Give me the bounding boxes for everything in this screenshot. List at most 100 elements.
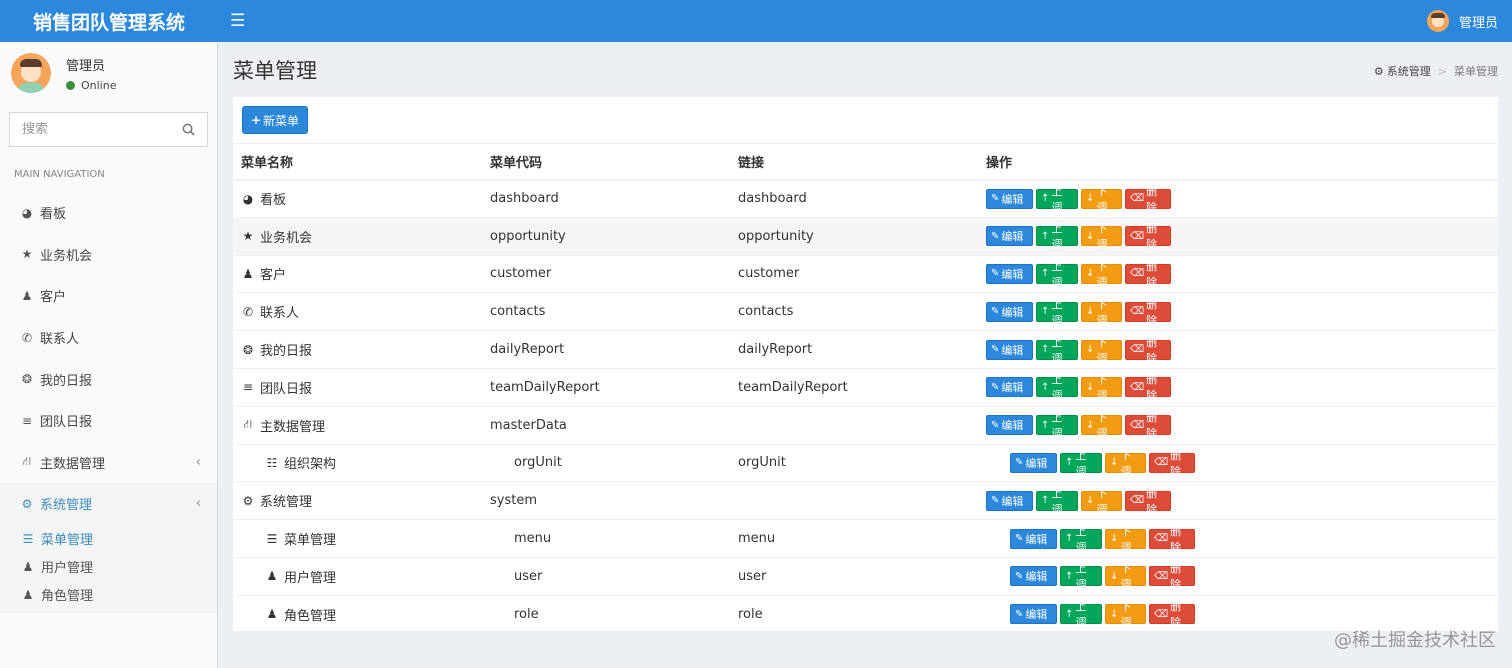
move-up-button[interactable]: ↑ 上调 <box>1060 525 1102 554</box>
edit-button[interactable]: ✎ 编辑 <box>1010 452 1057 473</box>
search-input[interactable] <box>10 122 170 137</box>
sidebar-item-system[interactable]: ⚙ 系统管理 ‹ <box>0 483 217 525</box>
arrow-up-icon: ↑ <box>1041 193 1050 205</box>
sidebar-item-dashboard[interactable]: ◕ 看板 <box>0 192 217 234</box>
menu-name: 菜单管理 <box>284 533 337 549</box>
cell-actions: ✎ 编辑 ↑ 上调 ↓ 下调 ⌫ 删除 <box>986 443 1498 482</box>
edit-button[interactable]: ✎ 编辑 <box>1010 604 1057 625</box>
sidebar-item-team-daily-report[interactable]: ≡ 团队日报 <box>0 400 217 442</box>
move-down-button[interactable]: ↓ 下调 <box>1105 562 1146 591</box>
delete-button[interactable]: ⌫ 删除 <box>1125 336 1171 365</box>
cell-link: role <box>738 594 986 634</box>
search-icon[interactable] <box>182 123 195 136</box>
move-up-button[interactable]: ↑ 上调 <box>1036 336 1078 365</box>
delete-button[interactable]: ⌫ 删除 <box>1149 562 1195 591</box>
delete-button[interactable]: ⌫ 删除 <box>1149 525 1195 554</box>
edit-icon: ✎ <box>1015 608 1024 620</box>
cell-link <box>738 405 986 445</box>
edit-icon: ✎ <box>991 230 1000 242</box>
move-down-label: 下调 <box>1096 222 1108 252</box>
sidebar-subitem-menu[interactable]: ☰ 菜单管理 <box>0 525 217 553</box>
edit-button[interactable]: ✎ 编辑 <box>986 226 1033 247</box>
delete-button[interactable]: ⌫ 删除 <box>1125 260 1171 289</box>
move-down-button[interactable]: ↓ 下调 <box>1081 260 1122 289</box>
delete-button[interactable]: ⌫ 删除 <box>1149 600 1195 629</box>
move-down-button[interactable]: ↓ 下调 <box>1081 411 1122 440</box>
delete-button[interactable]: ⌫ 删除 <box>1125 298 1171 327</box>
move-up-button[interactable]: ↑ 上调 <box>1036 298 1078 327</box>
menu-code: orgUnit <box>514 455 562 471</box>
hamburger-icon[interactable]: ☰ <box>230 11 245 31</box>
move-up-button[interactable]: ↑ 上调 <box>1036 411 1078 440</box>
sidebar-subitem-role[interactable]: ♟ 角色管理 <box>0 581 217 609</box>
cell-link: opportunity <box>738 216 986 256</box>
arrow-down-icon: ↓ <box>1086 193 1095 205</box>
move-up-button[interactable]: ↑ 上调 <box>1036 260 1078 289</box>
sidebar-item-opportunity[interactable]: ★ 业务机会 <box>0 234 217 276</box>
move-down-button[interactable]: ↓ 下调 <box>1081 373 1122 402</box>
edit-button[interactable]: ✎ 编辑 <box>986 339 1033 360</box>
trash-icon: ⌫ <box>1130 495 1145 507</box>
table-row: ☰ 菜单管理 menu menu ✎ 编辑 ↑ 上调 ↓ 下调 ⌫ 删除 <box>233 519 1498 558</box>
move-down-button[interactable]: ↓ 下调 <box>1081 487 1122 516</box>
sidebar-item-label: 团队日报 <box>40 415 93 431</box>
sidebar-item-label: 我的日报 <box>40 373 93 389</box>
move-down-button[interactable]: ↓ 下调 <box>1081 298 1122 327</box>
menu-code: masterData <box>490 417 567 433</box>
sidebar-subitem-user[interactable]: ♟ 用户管理 <box>0 553 217 581</box>
move-up-button[interactable]: ↑ 上调 <box>1036 373 1078 402</box>
new-menu-button[interactable]: + 新菜单 <box>242 106 308 134</box>
edit-button[interactable]: ✎ 编辑 <box>986 301 1033 322</box>
sidebar-item-contacts[interactable]: ✆ 联系人 <box>0 317 217 359</box>
menu-name: 角色管理 <box>284 608 337 624</box>
edit-button[interactable]: ✎ 编辑 <box>1010 566 1057 587</box>
move-down-button[interactable]: ↓ 下调 <box>1105 449 1146 478</box>
cell-name: ♟ 角色管理 <box>233 594 490 634</box>
edit-button[interactable]: ✎ 编辑 <box>986 415 1033 436</box>
trash-icon: ⌫ <box>1130 419 1145 431</box>
delete-label: 删除 <box>1146 184 1158 214</box>
delete-label: 删除 <box>1146 222 1158 252</box>
move-down-button[interactable]: ↓ 下调 <box>1105 525 1146 554</box>
move-down-button[interactable]: ↓ 下调 <box>1105 600 1146 629</box>
edit-label: 编辑 <box>1001 267 1024 281</box>
delete-button[interactable]: ⌫ 删除 <box>1125 487 1171 516</box>
move-up-button[interactable]: ↑ 上调 <box>1060 562 1102 591</box>
breadcrumb: ⚙ 系统管理 > 菜单管理 <box>1374 63 1498 79</box>
cell-actions: ✎ 编辑 ↑ 上调 ↓ 下调 ⌫ 删除 <box>986 330 1498 369</box>
sidebar-item-master-data[interactable]: ⛙ 主数据管理 ‹ <box>0 442 217 484</box>
move-down-button[interactable]: ↓ 下调 <box>1081 336 1122 365</box>
move-up-button[interactable]: ↑ 上调 <box>1036 222 1078 251</box>
move-up-button[interactable]: ↑ 上调 <box>1036 185 1078 214</box>
breadcrumb-root[interactable]: 系统管理 <box>1387 63 1431 79</box>
app-title[interactable]: 销售团队管理系统 <box>0 0 218 42</box>
edit-icon: ✎ <box>1015 533 1024 545</box>
header-user-menu[interactable]: 管理员 <box>1426 0 1498 42</box>
sidebar-item-daily-report[interactable]: ❂ 我的日报 <box>0 358 217 400</box>
edit-button[interactable]: ✎ 编辑 <box>1010 528 1057 549</box>
move-up-button[interactable]: ↑ 上调 <box>1060 600 1102 629</box>
arrow-down-icon: ↓ <box>1086 495 1095 507</box>
move-down-label: 下调 <box>1120 600 1132 630</box>
cell-name: ✆ 联系人 <box>233 292 490 331</box>
sidebar-item-customer[interactable]: ♟ 客户 <box>0 275 217 317</box>
delete-button[interactable]: ⌫ 删除 <box>1125 185 1171 214</box>
phone-icon: ✆ <box>21 330 33 345</box>
move-up-button[interactable]: ↑ 上调 <box>1060 449 1102 478</box>
move-down-button[interactable]: ↓ 下调 <box>1081 185 1122 214</box>
move-down-button[interactable]: ↓ 下调 <box>1081 222 1122 251</box>
edit-label: 编辑 <box>1001 305 1024 319</box>
cell-name: ≡ 团队日报 <box>233 367 490 407</box>
edit-button[interactable]: ✎ 编辑 <box>986 263 1033 284</box>
delete-button[interactable]: ⌫ 删除 <box>1125 373 1171 402</box>
edit-icon: ✎ <box>991 381 1000 393</box>
edit-button[interactable]: ✎ 编辑 <box>986 377 1033 398</box>
delete-button[interactable]: ⌫ 删除 <box>1125 222 1171 251</box>
delete-button[interactable]: ⌫ 删除 <box>1149 449 1195 478</box>
edit-button[interactable]: ✎ 编辑 <box>986 188 1033 209</box>
delete-button[interactable]: ⌫ 删除 <box>1125 411 1171 440</box>
trash-icon: ⌫ <box>1154 457 1169 469</box>
move-up-button[interactable]: ↑ 上调 <box>1036 487 1078 516</box>
list-ol-icon: ≡ <box>21 413 33 428</box>
edit-button[interactable]: ✎ 编辑 <box>986 490 1033 511</box>
